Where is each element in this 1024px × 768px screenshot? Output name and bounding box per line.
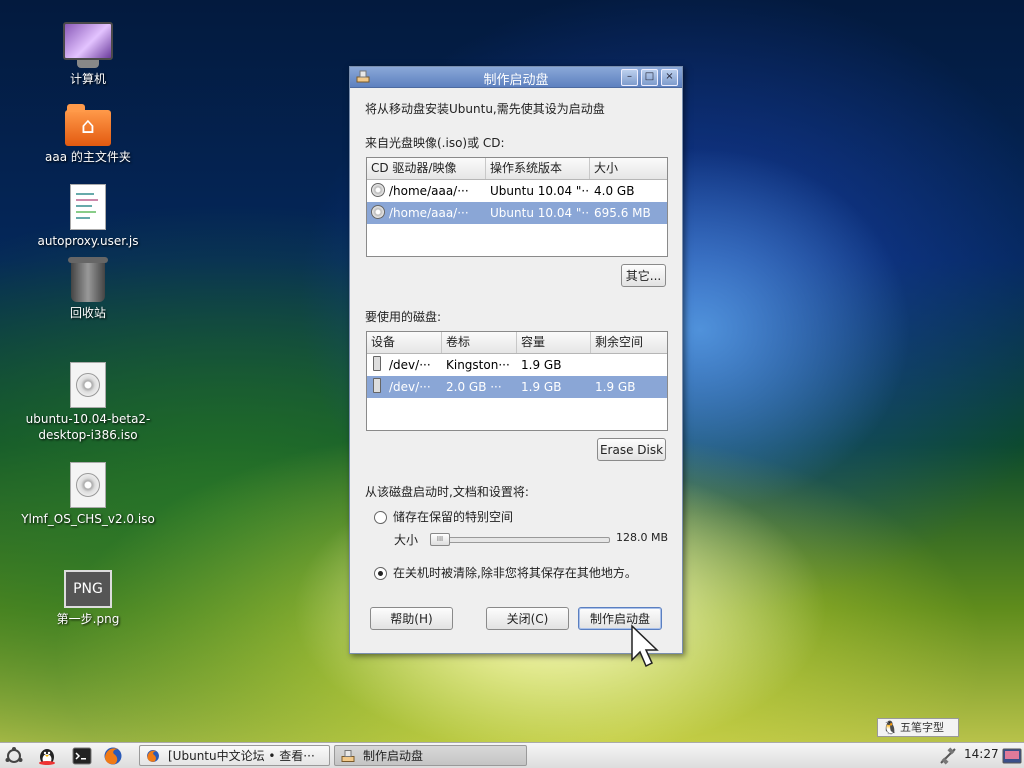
column-header-capacity[interactable]: 容量: [517, 332, 591, 353]
desktop-icon-label: ubuntu-10.04-beta2-desktop-i386.iso: [25, 412, 151, 442]
disc-image-icon: [70, 462, 106, 508]
minimize-button[interactable]: –: [621, 69, 638, 86]
row-free: [591, 354, 667, 376]
column-header-device[interactable]: 设备: [367, 332, 442, 353]
erase-disk-button[interactable]: Erase Disk: [597, 438, 666, 461]
column-header-free[interactable]: 剩余空间: [591, 332, 667, 353]
ubuntu-menu-icon[interactable]: [4, 746, 24, 766]
row-label: Kingston···: [446, 358, 510, 372]
startup-disk-dialog: 制作启动盘 – □ × 将从移动盘安装Ubuntu,需先使其设为启动盘 来自光盘…: [349, 66, 683, 654]
other-button[interactable]: 其它...: [621, 264, 666, 287]
mouse-cursor-icon: [631, 624, 659, 668]
source-table-header: CD 驱动器/映像 操作系统版本 大小: [367, 158, 667, 180]
row-free: 1.9 GB: [595, 380, 636, 394]
cd-icon: [371, 183, 385, 197]
close-button[interactable]: 关闭(C): [486, 607, 569, 630]
minimize-icon: –: [627, 71, 632, 82]
column-header-version[interactable]: 操作系统版本: [486, 158, 590, 179]
desktop-icon-trash[interactable]: 回收站: [18, 257, 158, 321]
maximize-button[interactable]: □: [641, 69, 658, 86]
computer-icon: [63, 22, 113, 68]
usb-drive-icon: [373, 356, 381, 371]
table-row-selected[interactable]: /dev/··· 2.0 GB ··· 1.9 GB 1.9 GB: [367, 376, 667, 398]
source-label: 来自光盘映像(.iso)或 CD:: [365, 136, 505, 150]
desktop: 计算机 aaa 的主文件夹 autoproxy.user.js 回收站 ubun…: [0, 0, 1024, 742]
row-capacity: 1.9 GB: [521, 380, 562, 394]
size-value: 128.0 MB: [616, 531, 669, 544]
disk-table-header: 设备 卷标 容量 剩余空间: [367, 332, 667, 354]
intro-text: 将从移动盘安装Ubuntu,需先使其设为启动盘: [365, 102, 605, 116]
row-size: 695.6 MB: [594, 206, 651, 220]
size-label: 大小: [394, 533, 419, 547]
persist-label: 从该磁盘启动时,文档和设置将:: [365, 485, 529, 499]
task-firefox-ubuntu-forum[interactable]: [Ubuntu中文论坛 • 查看···: [139, 745, 330, 766]
close-icon: ×: [665, 71, 674, 82]
show-desktop-icon[interactable]: [1002, 746, 1022, 766]
row-capacity: 1.9 GB: [521, 358, 562, 372]
row-version: Ubuntu 10.04 "···: [490, 206, 590, 220]
penguin-icon: 🐧: [882, 721, 899, 736]
qq-penguin-icon[interactable]: [37, 746, 57, 766]
disc-image-icon: [70, 362, 106, 408]
close-window-button[interactable]: ×: [661, 69, 678, 86]
input-method-indicator[interactable]: 🐧 五笔字型: [877, 718, 959, 737]
task-label: 制作启动盘: [363, 749, 424, 763]
ime-label: 五笔字型: [900, 721, 944, 734]
column-header-label[interactable]: 卷标: [442, 332, 517, 353]
disk-label: 要使用的磁盘:: [365, 310, 442, 324]
image-file-icon: PNG: [64, 570, 112, 608]
desktop-icon-ylmf-iso[interactable]: Ylmf_OS_CHS_v2.0.iso: [18, 462, 158, 527]
table-row[interactable]: /home/aaa/··· Ubuntu 10.04 "··· 4.0 GB: [367, 180, 667, 202]
usb-drive-icon: [373, 378, 381, 393]
row-device: /dev/···: [389, 380, 431, 394]
desktop-icon-label: autoproxy.user.js: [37, 234, 139, 248]
desktop-icon-autoproxy[interactable]: autoproxy.user.js: [18, 184, 158, 249]
reserve-space-label: 储存在保留的特别空间: [393, 510, 514, 524]
size-slider-handle[interactable]: III: [430, 533, 450, 546]
usb-creator-icon: [341, 750, 355, 762]
maximize-icon: □: [644, 71, 655, 82]
taskbar: [Ubuntu中文论坛 • 查看··· 制作启动盘 14:27: [0, 742, 1024, 768]
discard-on-shutdown-radio[interactable]: [374, 567, 387, 580]
text-file-icon: [70, 184, 106, 230]
source-table: CD 驱动器/映像 操作系统版本 大小 /home/aaa/··· Ubuntu…: [366, 157, 668, 257]
firefox-icon: [147, 750, 159, 762]
desktop-icon-label: aaa 的主文件夹: [45, 150, 131, 164]
desktop-icon-computer[interactable]: 计算机: [18, 22, 158, 87]
reserve-space-radio[interactable]: [374, 511, 387, 524]
column-header-size[interactable]: 大小: [590, 158, 667, 179]
table-row[interactable]: /dev/··· Kingston··· 1.9 GB: [367, 354, 667, 376]
dialog-titlebar[interactable]: 制作启动盘 – □ ×: [350, 67, 682, 88]
desktop-icon-label: Ylmf_OS_CHS_v2.0.iso: [21, 512, 155, 526]
firefox-icon[interactable]: [103, 746, 123, 766]
table-row-selected[interactable]: /home/aaa/··· Ubuntu 10.04 "··· 695.6 MB: [367, 202, 667, 224]
discard-on-shutdown-label: 在关机时被清除,除非您将其保存在其他地方。: [393, 566, 637, 580]
size-slider[interactable]: [430, 537, 610, 543]
column-header-cd[interactable]: CD 驱动器/映像: [367, 158, 486, 179]
row-version: Ubuntu 10.04 "···: [490, 184, 590, 198]
disk-table: 设备 卷标 容量 剩余空间 /dev/··· Kingston··· 1.9 G…: [366, 331, 668, 431]
terminal-icon[interactable]: [72, 746, 92, 766]
desktop-icon-label: 计算机: [69, 72, 106, 86]
task-startup-disk[interactable]: 制作启动盘: [334, 745, 527, 766]
row-path: /home/aaa/···: [389, 184, 469, 198]
help-button[interactable]: 帮助(H): [370, 607, 453, 630]
desktop-icon-home-folder[interactable]: aaa 的主文件夹: [18, 104, 158, 165]
row-device: /dev/···: [389, 358, 431, 372]
desktop-icon-label: 第一步.png: [56, 612, 120, 626]
row-size: 4.0 GB: [594, 184, 635, 198]
clock[interactable]: 14:27: [964, 747, 999, 761]
home-folder-icon: [65, 104, 111, 146]
row-label: 2.0 GB ···: [446, 380, 502, 394]
row-path: /home/aaa/···: [389, 206, 469, 220]
desktop-icon-ubuntu-iso[interactable]: ubuntu-10.04-beta2-desktop-i386.iso: [18, 362, 158, 443]
task-label: [Ubuntu中文论坛 • 查看···: [168, 749, 315, 763]
trash-icon: [68, 257, 108, 302]
desktop-icon-png[interactable]: PNG 第一步.png: [18, 570, 158, 627]
network-icon[interactable]: [938, 746, 958, 766]
cd-icon: [371, 205, 385, 219]
desktop-icon-label: 回收站: [69, 306, 106, 320]
